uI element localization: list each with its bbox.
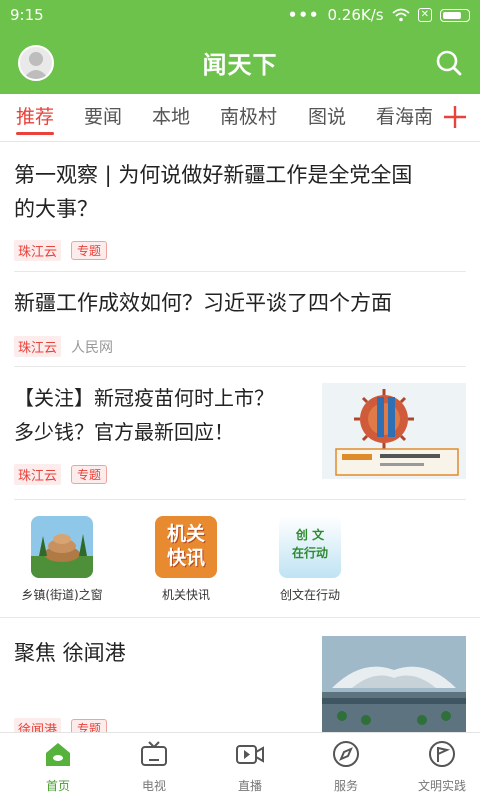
- topic-badge: 专题: [71, 465, 108, 484]
- tv-icon: [141, 741, 167, 766]
- app-header: 闻天下: [0, 30, 480, 94]
- avatar-placeholder-icon: [23, 52, 49, 79]
- no-sim-icon: ✕: [417, 8, 432, 22]
- nav-label: 电视: [141, 779, 166, 793]
- vaccine-thumbnail: [322, 383, 466, 479]
- wifi-icon: [392, 8, 410, 22]
- port-thumbnail: [322, 636, 466, 732]
- network-speed: 0.26K/s: [327, 6, 384, 24]
- live-video-icon: [236, 745, 264, 764]
- user-avatar[interactable]: [18, 45, 54, 81]
- tab-label: 图说: [308, 106, 347, 128]
- news-title-line: 多少钱？官方最新回应！: [14, 420, 234, 444]
- agency-news-icon-text: 机关: [166, 523, 205, 545]
- civilization-action-icon-text: 在行动: [291, 546, 328, 560]
- shortcut-agency-news[interactable]: 机关 快讯 机关快讯: [126, 516, 246, 603]
- tab-recommend[interactable]: 推荐: [16, 94, 55, 141]
- shortcut-township-window[interactable]: 乡镇(街道)之窗: [2, 516, 122, 603]
- civilization-action-icon: 创 文 在行动: [279, 516, 341, 578]
- nav-label: 直播: [237, 779, 262, 793]
- source-label: 珠江云: [14, 240, 62, 261]
- nav-home[interactable]: 首页: [10, 739, 106, 794]
- shortcut-label: 机关快讯: [161, 588, 210, 602]
- category-tabs: 推荐 要闻 本地 南极村 图说 看海南: [0, 94, 480, 142]
- news-title-line: 【关注】新冠疫苗何时上市？: [14, 386, 274, 410]
- news-item[interactable]: 第一观察 | 为何说做好新疆工作是全党全国 的大事？ 珠江云 专题: [0, 142, 480, 272]
- tab-picture-news[interactable]: 图说: [308, 94, 346, 141]
- source-label: 珠江云: [14, 336, 62, 357]
- news-meta: 徐闻港 专题: [14, 718, 108, 732]
- civilization-action-icon-text: 创 文: [295, 528, 325, 542]
- tab-nanji-village[interactable]: 南极村: [220, 94, 277, 141]
- tab-label: 本地: [152, 106, 191, 128]
- tab-label: 看海南: [376, 106, 434, 128]
- tab-hainan[interactable]: 看海南: [376, 94, 433, 141]
- tab-label: 要闻: [84, 106, 123, 128]
- news-title-line: 的大事？: [14, 197, 98, 221]
- shortcut-label: 乡镇(街道)之窗: [21, 588, 103, 602]
- township-window-icon: [31, 516, 93, 578]
- news-title: 【关注】新冠疫苗何时上市？ 多少钱？官方最新回应！: [14, 381, 274, 449]
- news-item[interactable]: 【关注】新冠疫苗何时上市？ 多少钱？官方最新回应！ 珠江云 专题: [0, 367, 480, 500]
- active-tab-indicator: [16, 132, 55, 135]
- news-meta: 珠江云 专题: [14, 240, 108, 261]
- topic-badge: 专题: [71, 241, 108, 260]
- home-icon: [46, 743, 70, 766]
- shortcut-label: 创文在行动: [279, 588, 340, 602]
- nav-label: 文明实践: [417, 779, 466, 793]
- search-icon[interactable]: [434, 48, 464, 78]
- news-title: 聚焦 徐闻港: [14, 641, 126, 665]
- nav-civilization-practice[interactable]: 文明实践: [394, 739, 480, 794]
- nav-services[interactable]: 服务: [298, 739, 394, 794]
- status-indicators: ••• 0.26K/s ✕: [288, 6, 470, 24]
- source-label: 珠江云: [14, 464, 62, 485]
- tab-label: 推荐: [16, 106, 55, 128]
- news-item[interactable]: 聚焦 徐闻港 徐闻港 专题: [0, 618, 480, 732]
- news-item[interactable]: 新疆工作成效如何？习近平谈了四个方面 珠江云 人民网: [0, 272, 480, 367]
- tab-local[interactable]: 本地: [152, 94, 190, 141]
- news-feed: 第一观察 | 为何说做好新疆工作是全党全国 的大事？ 珠江云 专题 新疆工作成效…: [0, 142, 480, 732]
- status-time: 9:15: [10, 6, 44, 24]
- news-title: 新疆工作成效如何？习近平谈了四个方面: [14, 291, 392, 315]
- battery-icon: [440, 8, 470, 22]
- bottom-navigation: 首页 电视 直播 服务 文明实践: [0, 732, 480, 800]
- status-bar: 9:15 ••• 0.26K/s ✕: [0, 0, 480, 30]
- shortcut-civilization-action[interactable]: 创 文 在行动 创文在行动: [250, 516, 370, 603]
- app-title: 闻天下: [202, 50, 278, 79]
- nav-tv[interactable]: 电视: [106, 739, 202, 794]
- agency-news-icon-text: 快讯: [166, 547, 205, 569]
- compass-icon: [333, 741, 359, 767]
- source-label: 徐闻港: [14, 718, 62, 732]
- news-meta: 珠江云 人民网: [14, 336, 113, 357]
- nav-label: 服务: [333, 779, 358, 793]
- flag-icon: [429, 741, 455, 767]
- nav-live[interactable]: 直播: [202, 739, 298, 794]
- shortcut-row: 乡镇(街道)之窗 机关 快讯 机关快讯 创 文 在行动 创文在行动: [0, 500, 480, 618]
- add-channel-icon[interactable]: [440, 102, 470, 132]
- news-title: 第一观察 | 为何说做好新疆工作是全党全国 的大事？: [14, 158, 412, 226]
- notification-dots-icon: •••: [287, 6, 320, 24]
- tab-label: 南极村: [220, 106, 278, 128]
- secondary-source-label: 人民网: [71, 339, 114, 356]
- topic-badge: 专题: [71, 719, 108, 732]
- tab-headlines[interactable]: 要闻: [84, 94, 122, 141]
- nav-label: 首页: [45, 779, 70, 793]
- news-title-line: 第一观察 | 为何说做好新疆工作是全党全国: [14, 163, 413, 187]
- news-meta: 珠江云 专题: [14, 464, 108, 485]
- agency-news-icon: 机关 快讯: [155, 516, 217, 578]
